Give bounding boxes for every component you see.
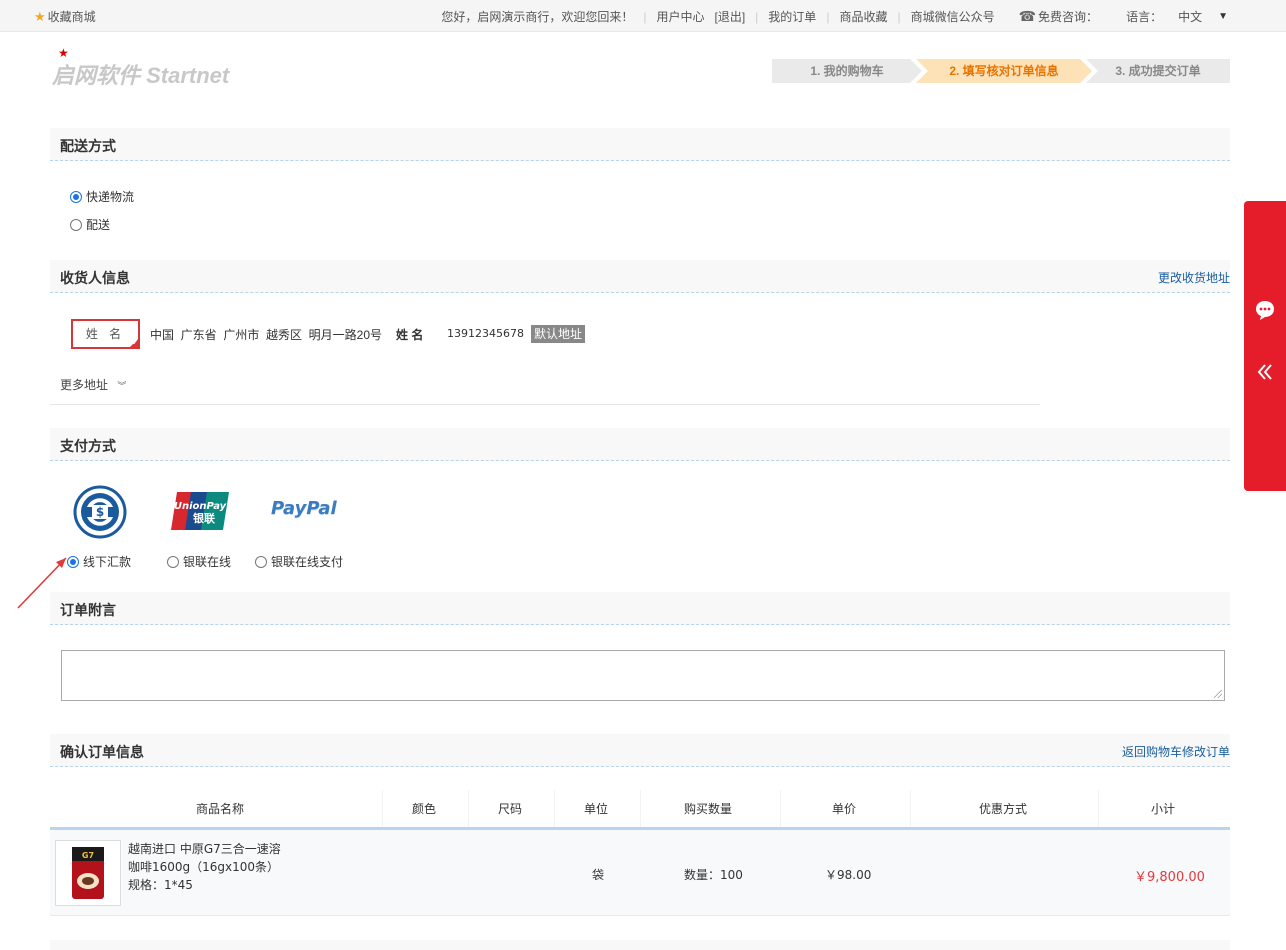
default-address-badge: 默认地址 — [531, 325, 586, 343]
checkout-steps: 1. 我的购物车 2. 填写核对订单信息 3. 成功提交订单 — [772, 59, 1230, 83]
divider — [382, 790, 383, 828]
order-table-header: 商品名称 颜色 尺码 单位 购买数量 单价 优惠方式 小计 — [50, 790, 1230, 828]
back-to-cart-link[interactable]: 返回购物车修改订单 — [1122, 743, 1230, 760]
phone-icon: ☎ — [1018, 8, 1037, 24]
more-addresses-toggle[interactable]: 更多地址 ︾ — [60, 376, 126, 393]
column-header: 单位 — [584, 802, 609, 816]
product-quantity: 数量：100 — [684, 868, 743, 882]
site-logo[interactable]: ★ 启网软件 Startnet — [52, 46, 262, 88]
section-title: 支付方式 — [60, 438, 116, 454]
divider: | — [826, 9, 830, 24]
column-header: 优惠方式 — [979, 802, 1028, 816]
chat-icon[interactable] — [1254, 299, 1276, 324]
divider — [910, 790, 911, 828]
product-thumbnail[interactable]: G7 — [55, 840, 121, 906]
divider: | — [643, 9, 647, 24]
resize-handle-icon[interactable] — [1214, 690, 1222, 698]
divider — [640, 790, 641, 828]
payment-option-unionpay[interactable]: 银联在线 — [167, 553, 231, 570]
favorites-link[interactable]: 商品收藏 — [839, 8, 887, 25]
product-name[interactable]: 越南进口 中原G7三合一速溶 咖啡1600g（16gx100条） 规格：1*45 — [128, 840, 281, 894]
section-title: 订单附言 — [60, 602, 116, 618]
divider: | — [755, 9, 759, 24]
confirm-section-header: 确认订单信息 返回购物车修改订单 — [50, 734, 1230, 767]
change-address-link[interactable]: 更改收货地址 — [1158, 269, 1230, 286]
section-title: 确认订单信息 — [60, 744, 144, 760]
double-chevron-left-icon[interactable] — [1256, 363, 1274, 384]
step-submit: 3. 成功提交订单 — [1086, 59, 1230, 83]
bank-transfer-icon[interactable]: $ — [73, 485, 127, 542]
section-title: 收货人信息 — [60, 270, 130, 286]
payment-option-offline[interactable]: 线下汇款 — [67, 553, 131, 570]
radio-button[interactable] — [255, 555, 267, 568]
next-section-header — [50, 940, 1230, 950]
divider — [1098, 790, 1099, 828]
star-icon: ★ — [34, 9, 46, 24]
address-select-box[interactable]: 姓 名 — [71, 319, 140, 349]
product-price: ￥98.00 — [825, 868, 872, 882]
divider — [554, 790, 555, 828]
product-unit: 袋 — [592, 868, 605, 882]
section-title: 配送方式 — [60, 138, 116, 154]
radio-button[interactable] — [167, 555, 179, 568]
receiver-name: 姓 名 — [396, 328, 424, 342]
unionpay-logo[interactable]: UnionPay 银联 — [171, 492, 229, 533]
svg-text:UnionPay: UnionPay — [174, 501, 227, 512]
address-text: 中国 广东省 广州市 越秀区 明月一路20号 — [150, 328, 383, 342]
radio-button[interactable] — [70, 218, 82, 231]
logo-text: 启网软件 Startnet — [52, 63, 230, 88]
wechat-link[interactable]: 商城微信公众号 — [911, 8, 995, 25]
greeting-text: 您好，启网演示商行，欢迎您回来！ — [441, 10, 634, 24]
column-header: 单价 — [832, 802, 857, 816]
svg-text:银联: 银联 — [193, 511, 215, 525]
svg-text:G7: G7 — [82, 851, 94, 860]
consult-link[interactable]: 免费咨询： — [1038, 8, 1098, 25]
payment-section-header: 支付方式 — [50, 428, 1230, 461]
logout-link[interactable]: [退出] — [715, 8, 746, 25]
delivery-option-delivery[interactable]: 配送 — [70, 216, 110, 233]
paypal-logo[interactable]: PayPal — [271, 498, 337, 519]
radio-button[interactable] — [70, 190, 82, 203]
top-nav: 您好，启网演示商行，欢迎您回来！ | 用户中心 [退出] | 我的订单 | 商品… — [441, 8, 1228, 25]
language-label: 语言： — [1126, 10, 1163, 24]
receiver-section-header: 收货人信息 更改收货地址 — [50, 260, 1230, 293]
column-header: 商品名称 — [196, 802, 245, 816]
step-fill-order: 2. 填写核对订单信息 — [916, 59, 1092, 83]
double-chevron-down-icon: ︾ — [117, 381, 127, 391]
order-memo-textarea[interactable] — [61, 650, 1225, 701]
memo-section-header: 订单附言 — [50, 592, 1230, 625]
column-header: 尺码 — [498, 802, 523, 816]
language-select[interactable]: 中文 — [1178, 8, 1202, 25]
floating-service-bar[interactable] — [1244, 201, 1286, 491]
favorite-link[interactable]: ★ 收藏商城 — [34, 8, 96, 25]
column-header: 小计 — [1151, 802, 1176, 816]
user-center-link[interactable]: 用户中心 — [656, 8, 704, 25]
product-subtotal: ￥9,800.00 — [1134, 870, 1205, 885]
divider — [468, 790, 469, 828]
product-spec: 规格：1*45 — [128, 878, 193, 892]
step-cart: 1. 我的购物车 — [772, 59, 922, 83]
chevron-down-icon[interactable]: ▼ — [1218, 11, 1228, 22]
payment-option-unionpay-online[interactable]: 银联在线支付 — [255, 553, 343, 570]
divider — [50, 404, 1040, 405]
checkmark-icon — [128, 337, 140, 349]
top-bar: ★ 收藏商城 您好，启网演示商行，欢迎您回来！ | 用户中心 [退出] | 我的订… — [0, 0, 1286, 32]
delivery-section-header: 配送方式 — [50, 128, 1230, 161]
table-row: G7 越南进口 中原G7三合一速溶 咖啡1600g（16gx100条） 规格：1… — [50, 830, 1230, 916]
svg-text:$: $ — [96, 505, 104, 519]
divider: | — [897, 9, 901, 24]
my-orders-link[interactable]: 我的订单 — [768, 8, 816, 25]
divider — [780, 790, 781, 828]
receiver-phone: 13912345678 — [447, 327, 524, 340]
column-header: 颜色 — [412, 802, 437, 816]
column-header: 购买数量 — [684, 802, 733, 816]
delivery-option-express[interactable]: 快递物流 — [70, 188, 134, 205]
